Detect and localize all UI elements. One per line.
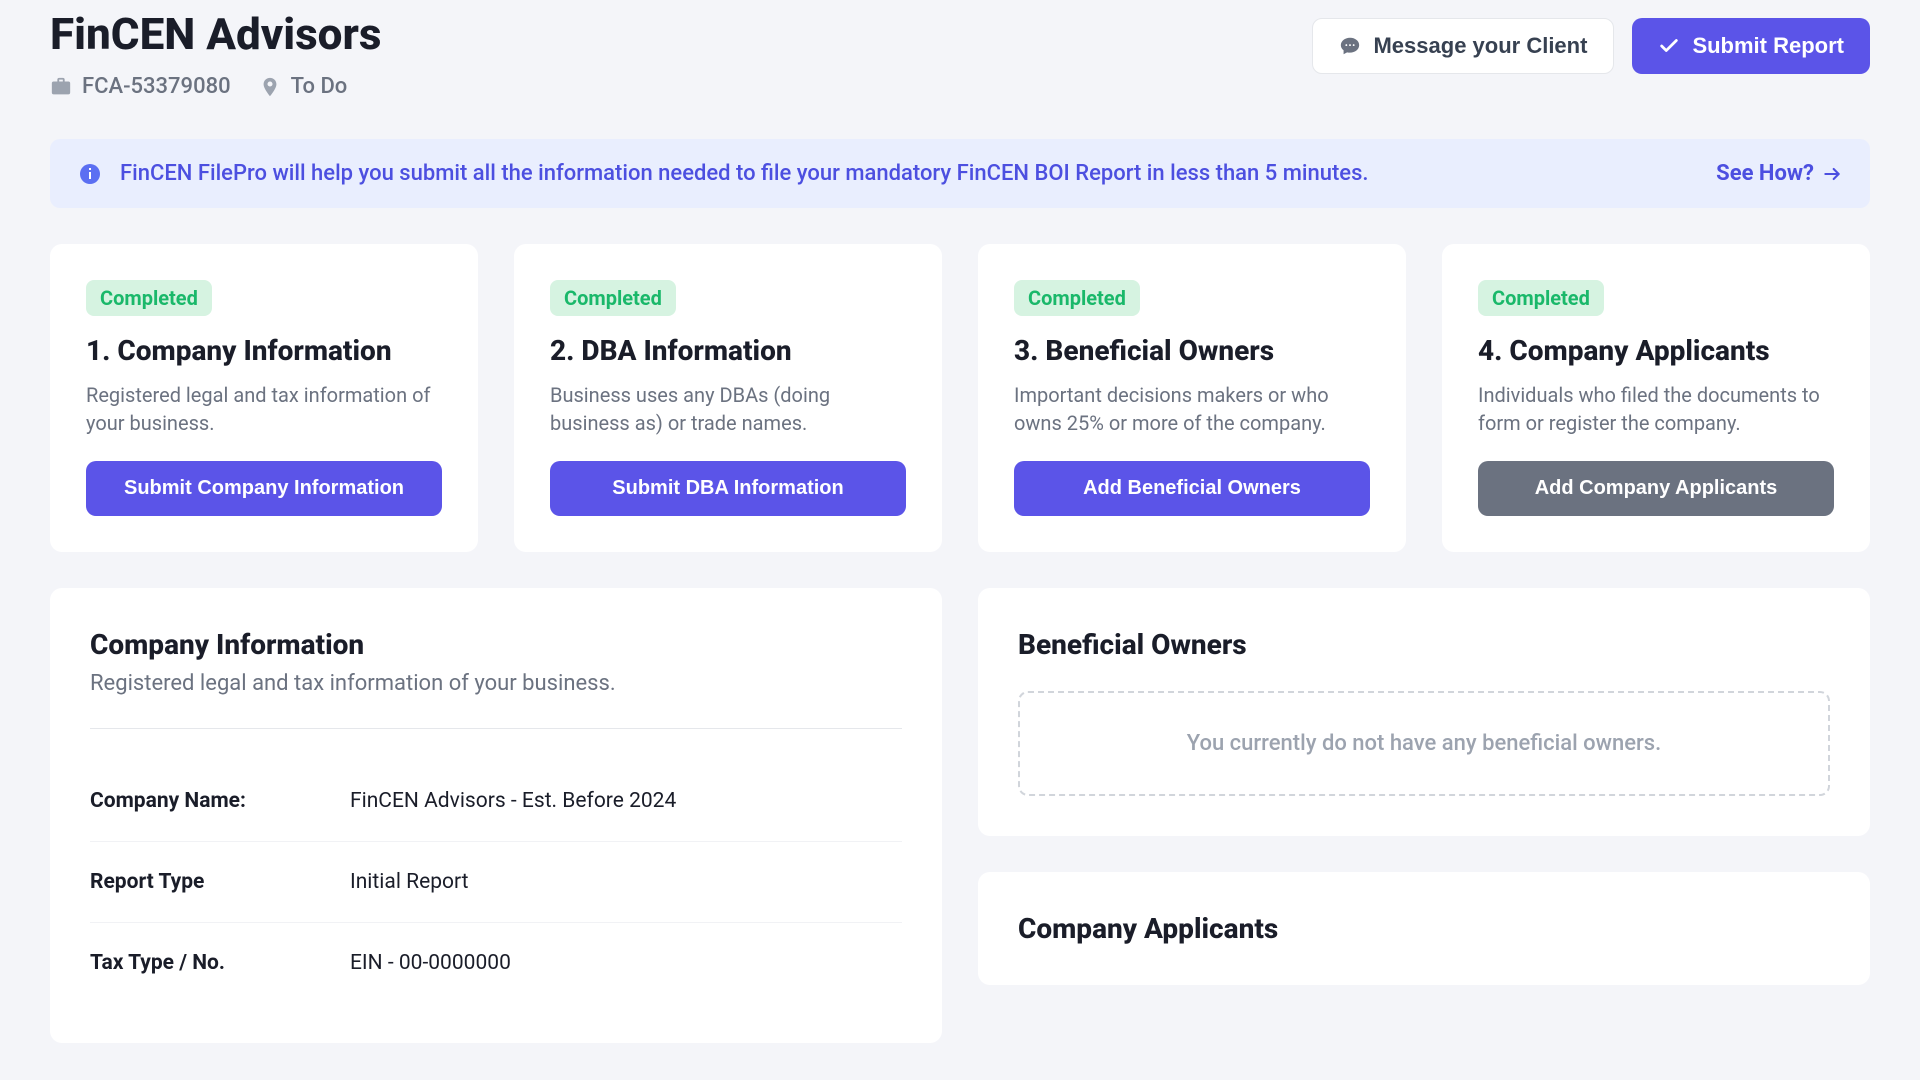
- card-title: 4. Company Applicants: [1478, 334, 1834, 367]
- info-label: Tax Type / No.: [90, 951, 350, 975]
- info-value: EIN - 00-0000000: [350, 951, 902, 975]
- status-text: To Do: [291, 74, 348, 99]
- card-title: 1. Company Information: [86, 334, 442, 367]
- message-client-label: Message your Client: [1373, 33, 1587, 59]
- panel-title: Company Applicants: [1018, 912, 1830, 945]
- info-row-company-name: Company Name: FinCEN Advisors - Est. Bef…: [90, 761, 902, 842]
- card-company-applicants: Completed 4. Company Applicants Individu…: [1442, 244, 1870, 552]
- company-information-panel: Company Information Registered legal and…: [50, 588, 942, 1043]
- info-value: FinCEN Advisors - Est. Before 2024: [350, 789, 902, 813]
- divider: [90, 728, 902, 729]
- info-banner: FinCEN FilePro will help you submit all …: [50, 139, 1870, 208]
- see-how-label: See How?: [1716, 161, 1814, 186]
- card-company-information: Completed 1. Company Information Registe…: [50, 244, 478, 552]
- company-applicants-panel: Company Applicants: [978, 872, 1870, 985]
- submit-company-information-button[interactable]: Submit Company Information: [86, 461, 442, 516]
- info-row-tax-type: Tax Type / No. EIN - 00-0000000: [90, 923, 902, 1003]
- submit-dba-information-button[interactable]: Submit DBA Information: [550, 461, 906, 516]
- panel-subtitle: Registered legal and tax information of …: [90, 671, 902, 696]
- info-row-report-type: Report Type Initial Report: [90, 842, 902, 923]
- submit-report-label: Submit Report: [1692, 33, 1844, 59]
- card-desc: Business uses any DBAs (doing business a…: [550, 381, 906, 437]
- info-label: Company Name:: [90, 789, 350, 813]
- info-label: Report Type: [90, 870, 350, 894]
- card-beneficial-owners: Completed 3. Beneficial Owners Important…: [978, 244, 1406, 552]
- status-badge: Completed: [1478, 280, 1604, 316]
- panel-title: Beneficial Owners: [1018, 628, 1830, 661]
- card-desc: Important decisions makers or who owns 2…: [1014, 381, 1370, 437]
- add-company-applicants-button[interactable]: Add Company Applicants: [1478, 461, 1834, 516]
- arrow-right-icon: [1822, 164, 1842, 184]
- company-id-text: FCA-53379080: [82, 74, 231, 99]
- briefcase-icon: [50, 76, 72, 98]
- page-title: FinCEN Advisors: [50, 8, 381, 60]
- chat-icon: [1339, 35, 1361, 57]
- info-banner-text: FinCEN FilePro will help you submit all …: [120, 161, 1369, 186]
- card-title: 2. DBA Information: [550, 334, 906, 367]
- info-icon: [78, 162, 102, 186]
- status-badge: Completed: [550, 280, 676, 316]
- check-icon: [1658, 35, 1680, 57]
- submit-report-button[interactable]: Submit Report: [1632, 18, 1870, 74]
- message-client-button[interactable]: Message your Client: [1312, 18, 1614, 74]
- card-title: 3. Beneficial Owners: [1014, 334, 1370, 367]
- card-dba-information: Completed 2. DBA Information Business us…: [514, 244, 942, 552]
- status-badge: Completed: [86, 280, 212, 316]
- status-label: To Do: [259, 74, 348, 99]
- card-desc: Registered legal and tax information of …: [86, 381, 442, 437]
- see-how-link[interactable]: See How?: [1716, 161, 1842, 186]
- status-badge: Completed: [1014, 280, 1140, 316]
- add-beneficial-owners-button[interactable]: Add Beneficial Owners: [1014, 461, 1370, 516]
- beneficial-owners-panel: Beneficial Owners You currently do not h…: [978, 588, 1870, 836]
- card-desc: Individuals who filed the documents to f…: [1478, 381, 1834, 437]
- panel-title: Company Information: [90, 628, 902, 661]
- empty-beneficial-owners: You currently do not have any beneficial…: [1018, 691, 1830, 796]
- info-value: Initial Report: [350, 870, 902, 894]
- company-id: FCA-53379080: [50, 74, 231, 99]
- location-icon: [259, 76, 281, 98]
